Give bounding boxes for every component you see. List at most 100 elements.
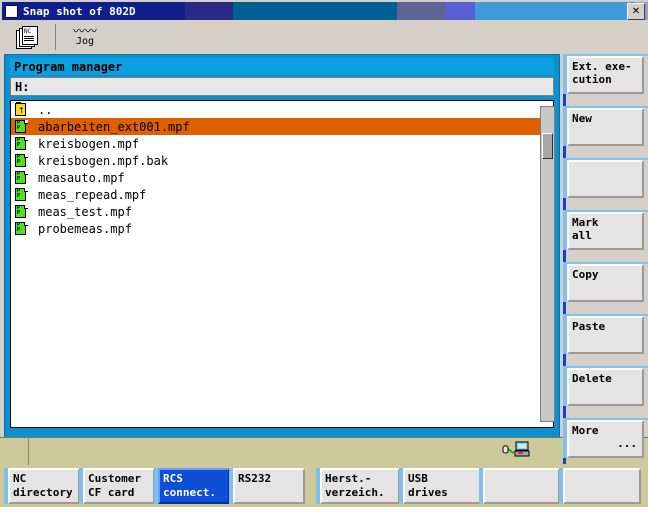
program-file-icon: PP: [15, 136, 28, 151]
tab-label-line2: directory: [13, 486, 73, 499]
window-icon: [5, 4, 18, 18]
jog-label: Jog: [75, 36, 95, 47]
list-item[interactable]: P P kreisbogen.mpf.bak: [11, 152, 553, 169]
softkey-label-line2: all: [572, 229, 592, 242]
application-window: Snap shot of 802D ✕ NC 〰〰 Jog Program ma…: [0, 0, 648, 507]
softkey-label-line1: Paste: [572, 320, 606, 333]
tab-label-line1: Customer: [88, 472, 141, 485]
copy-button[interactable]: Copy: [567, 264, 644, 302]
softkey-label-line2: [572, 385, 642, 398]
close-button[interactable]: ✕: [627, 3, 645, 20]
tab-label-line2: [238, 486, 303, 500]
tab-label-line2: CF card: [88, 486, 135, 499]
folder-up-icon: ↑: [15, 101, 28, 117]
softkey-label-line1: More: [572, 424, 599, 437]
empty-button-1[interactable]: [567, 160, 644, 198]
tab-usb-drives[interactable]: USB drives: [403, 468, 481, 504]
file-list[interactable]: ↑.. P Pabarbeiten_ext001.mpf P Pkreisbogen.m…: [10, 100, 554, 428]
tab-label-line1: [488, 472, 558, 486]
softkey-label-line2: [572, 281, 642, 294]
tab-label-line2: drives: [408, 486, 448, 499]
tab-nc-directory[interactable]: NC directory: [8, 468, 80, 504]
program-manager-panel: Program manager H: ↑.. P Pabarbeiten_ext00…: [4, 54, 560, 464]
program-file-icon: PP: [15, 187, 28, 202]
tab-customer-cf-card[interactable]: Customer CF card: [83, 468, 155, 504]
path-field[interactable]: H:: [10, 77, 554, 96]
program-file-icon: PP: [15, 119, 28, 134]
jog-button[interactable]: 〰〰 Jog: [64, 23, 106, 51]
program-file-icon: PP: [15, 170, 28, 185]
status-divider: [28, 437, 29, 465]
status-bar: [0, 437, 648, 465]
list-item[interactable]: P P kreisbogen.mpf: [11, 135, 553, 152]
waveform-icon: 〰〰: [72, 24, 97, 38]
tab-bar: NC directory Customer CF card RCS connect. RS2…: [0, 465, 648, 507]
toolbar-separator: [55, 24, 56, 50]
tab-label-line1: RCS: [163, 472, 183, 485]
tab-rcs-connect[interactable]: RCS connect.: [158, 468, 230, 504]
softkey-label-line2: ...: [617, 437, 637, 450]
title-bar-gradient: [185, 2, 648, 20]
list-item-label: kreisbogen.mpf: [38, 136, 140, 151]
tab-empty-1[interactable]: [483, 468, 560, 504]
delete-button[interactable]: Delete: [567, 368, 644, 406]
window-title: Snap shot of 802D: [23, 4, 136, 18]
program-file-icon: PP: [15, 221, 28, 236]
softkey-sidebar: Ext. exe-cution New Mark all Copy Paste Del…: [563, 54, 648, 464]
softkey-label-line2: cution: [572, 73, 612, 86]
tab-empty-2[interactable]: [563, 468, 641, 504]
paste-button[interactable]: Paste: [567, 316, 644, 354]
list-item-label: ..: [38, 102, 53, 117]
softkey-label-line1: Copy: [572, 268, 599, 281]
list-item[interactable]: ↑..: [11, 101, 553, 118]
network-connection-icon: [502, 441, 530, 457]
list-item-label: measauto.mpf: [38, 170, 125, 185]
tab-label-line2: connect.: [163, 486, 216, 499]
more-button[interactable]: More...: [567, 420, 644, 458]
softkey-label-line2: [572, 125, 642, 138]
titlebar-segment: [475, 2, 555, 20]
softkey-label-line1: New: [572, 112, 592, 125]
nc-icon: NC: [16, 26, 38, 49]
program-file-icon: PP: [15, 204, 28, 219]
vertical-scrollbar[interactable]: [540, 106, 555, 422]
scrollbar-thumb[interactable]: [542, 133, 553, 159]
titlebar-segment: [233, 2, 315, 20]
list-item[interactable]: P P meas_test.mpf: [11, 203, 553, 220]
titlebar-segment: [397, 2, 445, 20]
panel-title: Program manager: [10, 58, 554, 75]
tab-rs232[interactable]: RS232: [233, 468, 305, 504]
tab-label-line1: RS232: [238, 472, 272, 485]
list-item[interactable]: P P measauto.mpf: [11, 169, 553, 186]
list-item-label: meas_repead.mpf: [38, 187, 147, 202]
tab-label-line1: [568, 472, 639, 486]
tab-label-line1: USB: [408, 472, 428, 485]
list-item[interactable]: P P probemeas.mpf: [11, 220, 553, 237]
softkey-label-line1: [572, 164, 642, 177]
tab-label-line2: verzeich.: [325, 486, 385, 499]
softkey-label-line1: Delete: [572, 372, 612, 385]
list-item[interactable]: P P abarbeiten_ext001.mpf: [11, 118, 553, 135]
list-item-label: abarbeiten_ext001.mpf: [38, 119, 190, 134]
titlebar-segment: [185, 2, 233, 20]
tab-label-line1: Herst.-: [325, 472, 372, 485]
tab-label-line2: [488, 486, 558, 500]
toolbar: NC 〰〰 Jog: [2, 21, 646, 53]
ext-execution-button[interactable]: Ext. exe-cution: [567, 56, 644, 94]
softkey-label-line2: [572, 333, 642, 346]
titlebar-segment: [315, 2, 397, 20]
title-bar-main: Snap shot of 802D: [2, 2, 185, 20]
softkey-label-line1: Mark: [572, 216, 599, 229]
list-item-label: meas_test.mpf: [38, 204, 132, 219]
title-bar: Snap shot of 802D ✕: [2, 2, 648, 20]
tab-label-line1: NC: [13, 472, 27, 485]
titlebar-segment: [555, 2, 635, 20]
nc-button[interactable]: NC: [8, 23, 46, 51]
list-item[interactable]: P P meas_repead.mpf: [11, 186, 553, 203]
mark-all-button[interactable]: Mark all: [567, 212, 644, 250]
list-item-label: probemeas.mpf: [38, 221, 132, 236]
program-file-icon: PP: [15, 153, 28, 168]
new-button[interactable]: New: [567, 108, 644, 146]
list-item-label: kreisbogen.mpf.bak: [38, 153, 169, 168]
tab-herst-verzeich[interactable]: Herst.- verzeich.: [320, 468, 400, 504]
